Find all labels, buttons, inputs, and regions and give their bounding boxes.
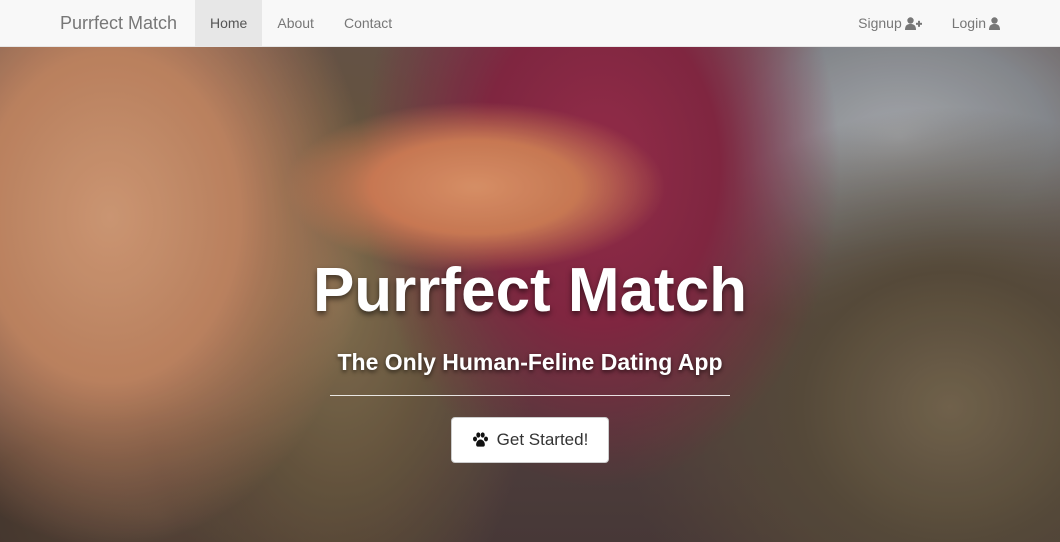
get-started-label: Get Started! <box>496 430 589 449</box>
nav-links: Home About Contact <box>195 0 407 46</box>
user-plus-icon <box>904 16 922 30</box>
login-link[interactable]: Login <box>937 0 1015 46</box>
signup-link[interactable]: Signup <box>843 0 937 46</box>
nav-item-about[interactable]: About <box>262 0 329 46</box>
paw-icon <box>472 432 489 448</box>
user-icon <box>989 16 1000 30</box>
signup-label: Signup <box>858 15 902 31</box>
nav-account-links: Signup Login <box>843 0 1015 46</box>
hero-content: Purrfect Match The Only Human-Feline Dat… <box>0 47 1060 542</box>
nav-item-home[interactable]: Home <box>195 0 263 46</box>
hero-divider <box>330 395 730 396</box>
nav-item-contact[interactable]: Contact <box>329 0 407 46</box>
hero-subtitle: The Only Human-Feline Dating App <box>337 349 723 375</box>
login-label: Login <box>951 15 986 31</box>
hero-section: Purrfect Match The Only Human-Feline Dat… <box>0 47 1060 542</box>
get-started-button[interactable]: Get Started! <box>451 417 609 463</box>
brand-link[interactable]: Purrfect Match <box>60 0 177 46</box>
hero-title: Purrfect Match <box>312 256 748 325</box>
top-navbar: Purrfect Match Home About Contact Signup… <box>0 0 1060 47</box>
